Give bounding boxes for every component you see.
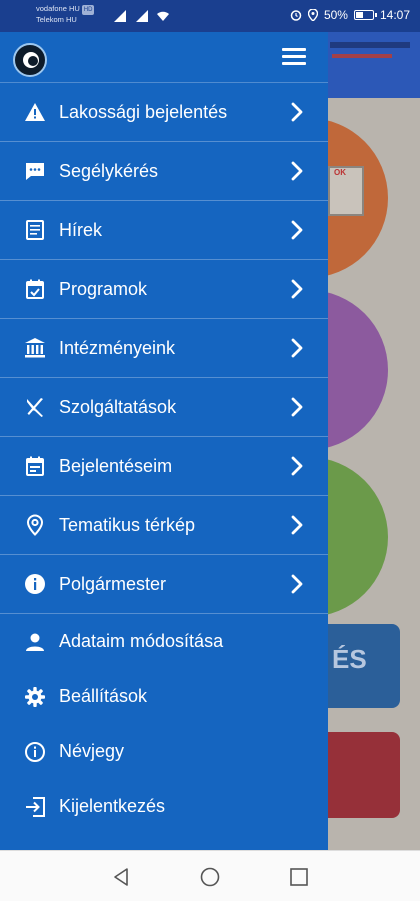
- chevron-right-icon: [291, 161, 303, 181]
- battery-fill: [355, 12, 364, 18]
- drawer-menu: Lakossági bejelentés Segélykérés Hírek Prog…: [0, 83, 328, 834]
- logout-icon: [24, 796, 46, 818]
- calendar-event-icon: [24, 278, 46, 300]
- navigation-drawer: Lakossági bejelentés Segélykérés Hírek Prog…: [0, 32, 328, 850]
- drawer-item-label: Polgármester: [59, 573, 167, 594]
- app-logo[interactable]: [13, 43, 47, 77]
- chat-bubble-icon: [24, 160, 46, 182]
- info-outline-icon: [24, 741, 46, 763]
- drawer-item-label: Kijelentkezés: [59, 796, 166, 816]
- drawer-item-label: Bejelentéseim: [59, 455, 173, 476]
- drawer-item-label: Tematikus térkép: [59, 514, 196, 535]
- drawer-header: [0, 32, 328, 83]
- back-icon[interactable]: [110, 866, 132, 888]
- drawer-item-kijelentkezes[interactable]: Kijelentkezés: [0, 779, 328, 834]
- drawer-item-label: Hírek: [59, 219, 103, 240]
- background-header: [328, 32, 420, 98]
- chevron-right-icon: [291, 220, 303, 240]
- drawer-item-intezmenyeink[interactable]: Intézményeink: [0, 319, 328, 378]
- drawer-item-label: Szolgáltatások: [59, 396, 177, 417]
- drawer-item-lakossagi-bejelentes[interactable]: Lakossági bejelentés: [0, 83, 328, 142]
- drawer-item-hirek[interactable]: Hírek: [0, 201, 328, 260]
- chevron-right-icon: [291, 515, 303, 535]
- drawer-item-tematikus-terkep[interactable]: Tematikus térkép: [0, 496, 328, 555]
- chevron-right-icon: [291, 456, 303, 476]
- chevron-right-icon: [291, 338, 303, 358]
- drawer-item-polgarmester[interactable]: Polgármester: [0, 555, 328, 614]
- battery-icon: [353, 10, 377, 20]
- alarm-icon: [290, 10, 302, 21]
- carrier-2: Telekom HU: [36, 15, 77, 24]
- drawer-item-beallitasok[interactable]: Beállítások: [0, 669, 328, 724]
- chevron-right-icon: [291, 397, 303, 417]
- drawer-item-label: Lakossági bejelentés: [59, 101, 228, 122]
- drawer-item-label: Programok: [59, 278, 148, 299]
- carrier-info: vodafone HU HD Telekom HU: [36, 4, 95, 25]
- institution-icon: [24, 337, 46, 359]
- battery-percent: 50%: [323, 8, 348, 22]
- drawer-item-nevjegy[interactable]: Névjegy: [0, 724, 328, 779]
- system-nav-bar: [0, 850, 420, 901]
- signal-icon: [136, 10, 148, 22]
- calendar-icon: [24, 455, 46, 477]
- drawer-item-segelykeres[interactable]: Segélykérés: [0, 142, 328, 201]
- chevron-right-icon: [291, 102, 303, 122]
- chevron-right-icon: [291, 574, 303, 594]
- drawer-item-bejelenteseim[interactable]: Bejelentéseim: [0, 437, 328, 496]
- signal-icon: [114, 10, 126, 22]
- warning-icon: [24, 101, 46, 123]
- drawer-item-label: Beállítások: [59, 686, 148, 706]
- wifi-icon: [157, 11, 169, 21]
- drawer-item-adataim-modositasa[interactable]: Adataim módosítása: [0, 614, 328, 669]
- drawer-item-label: Névjegy: [59, 741, 125, 761]
- chevron-right-icon: [291, 279, 303, 299]
- info-icon: [24, 573, 46, 595]
- background-logo: [330, 42, 410, 48]
- clock: 14:07: [379, 8, 410, 22]
- drawer-item-label: Segélykérés: [59, 160, 159, 181]
- home-icon[interactable]: [199, 866, 221, 888]
- drawer-item-label: Intézményeink: [59, 337, 176, 358]
- news-icon: [24, 219, 46, 241]
- status-right: 50% 14:07: [290, 8, 410, 22]
- drawer-item-label: Adataim módosítása: [59, 631, 224, 651]
- background-card-text: ÉS: [332, 644, 367, 674]
- status-bar: vodafone HU HD Telekom HU 50% 14:07: [0, 0, 420, 32]
- carrier-1: vodafone HU: [36, 4, 80, 13]
- cutlery-icon: [24, 396, 46, 418]
- gear-icon: [24, 686, 46, 708]
- hd-badge: HD: [81, 5, 95, 15]
- drawer-item-szolgaltatasok[interactable]: Szolgáltatások: [0, 378, 328, 437]
- recents-icon[interactable]: [288, 866, 310, 888]
- person-icon: [24, 631, 46, 653]
- background-logo-underline: [332, 54, 392, 58]
- hamburger-menu-button[interactable]: [282, 48, 306, 66]
- background-tile-icon: [328, 166, 364, 216]
- location-icon: [307, 9, 318, 21]
- map-pin-icon: [24, 514, 46, 536]
- drawer-item-programok[interactable]: Programok: [0, 260, 328, 319]
